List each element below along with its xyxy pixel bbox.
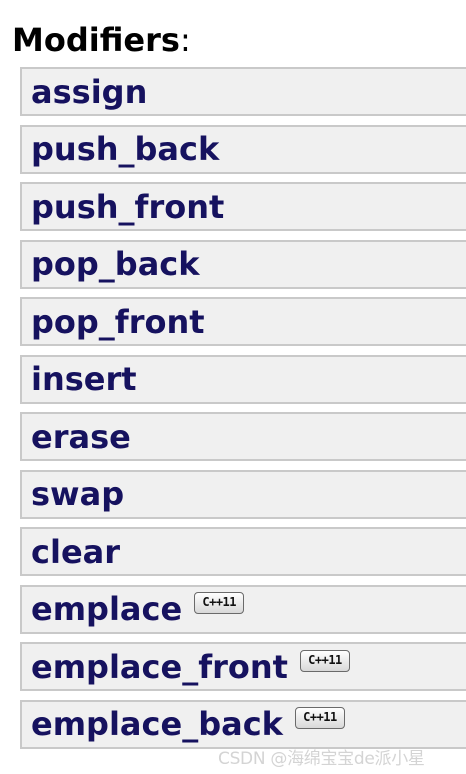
member-link-push-front[interactable]: push_front — [20, 182, 466, 231]
member-name[interactable]: emplace — [31, 593, 182, 625]
member-name[interactable]: emplace_back — [31, 708, 283, 740]
member-link-emplace[interactable]: emplace C++11 — [20, 584, 466, 634]
section-title-colon: : — [179, 21, 191, 59]
member-name[interactable]: push_back — [31, 133, 219, 165]
cpp11-badge-icon: C++11 — [194, 592, 245, 614]
page: Modifiers: assign push_back push_front p… — [0, 0, 466, 774]
member-link-emplace-back[interactable]: emplace_back C++11 — [20, 699, 466, 749]
member-link-insert[interactable]: insert — [20, 354, 466, 404]
member-link-emplace-front[interactable]: emplace_front C++11 — [20, 642, 466, 691]
member-link-assign[interactable]: assign — [20, 67, 466, 116]
member-name[interactable]: pop_front — [31, 306, 205, 338]
member-name[interactable]: clear — [31, 536, 120, 568]
member-link-push-back[interactable]: push_back — [20, 124, 466, 174]
section-title: Modifiers: — [12, 18, 191, 62]
cpp11-badge-icon: C++11 — [299, 649, 350, 672]
member-link-swap[interactable]: swap — [20, 469, 466, 519]
member-link-erase[interactable]: erase — [20, 412, 466, 461]
member-link-clear[interactable]: clear — [20, 527, 466, 576]
member-name[interactable]: emplace_front — [31, 651, 288, 683]
member-name[interactable]: pop_back — [31, 248, 200, 280]
member-name[interactable]: assign — [31, 76, 147, 108]
member-name[interactable]: push_front — [31, 191, 224, 223]
member-name[interactable]: swap — [31, 478, 124, 510]
member-link-pop-back[interactable]: pop_back — [20, 239, 466, 289]
member-list: assign push_back push_front pop_back pop… — [20, 67, 466, 757]
cpp11-badge-icon: C++11 — [294, 707, 345, 729]
member-name[interactable]: erase — [31, 421, 131, 453]
member-name[interactable]: insert — [31, 363, 137, 395]
member-link-pop-front[interactable]: pop_front — [20, 297, 466, 346]
watermark: CSDN @海绵宝宝de派小星 — [218, 749, 425, 769]
section-title-text: Modifiers — [12, 21, 180, 59]
